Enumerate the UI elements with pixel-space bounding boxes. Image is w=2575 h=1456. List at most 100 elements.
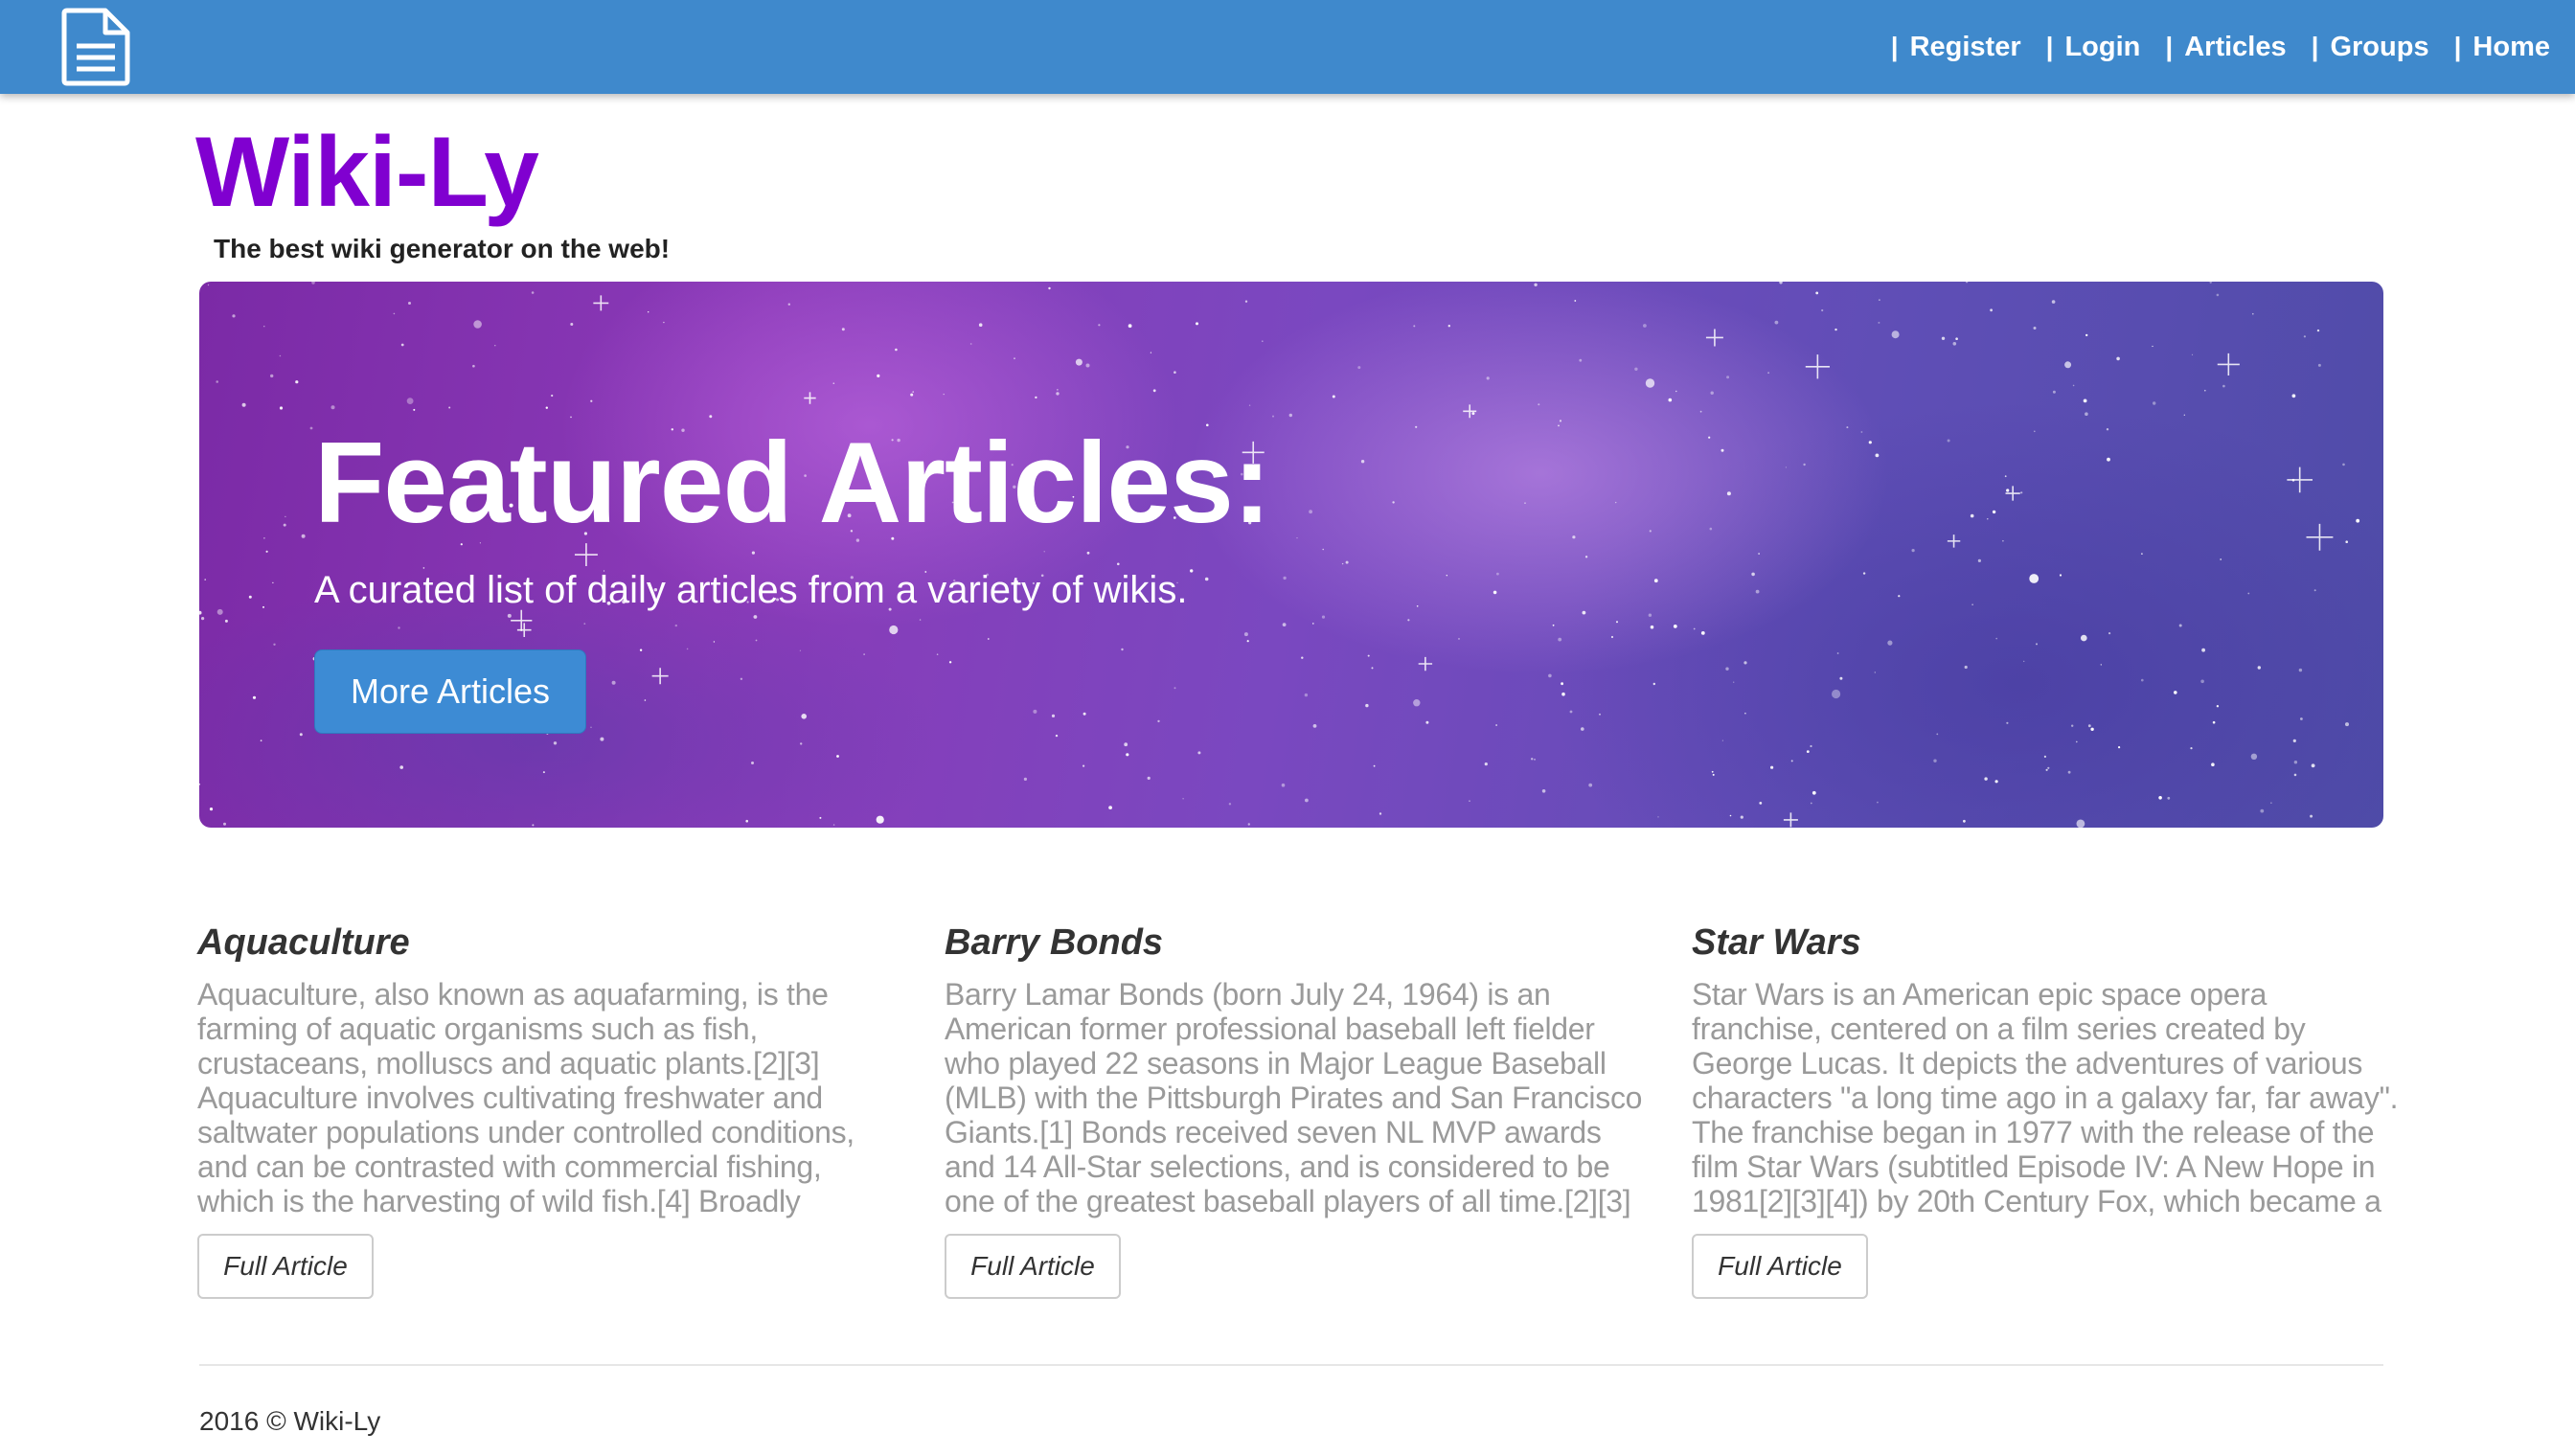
star (1992, 510, 1996, 514)
star (1579, 358, 1583, 362)
star (713, 641, 716, 643)
star (832, 824, 835, 826)
star (1860, 431, 1863, 433)
star (1675, 390, 1677, 393)
star (1941, 336, 1946, 340)
star (1743, 661, 1747, 665)
star (1548, 673, 1552, 678)
star (910, 393, 914, 397)
sparkle (2005, 486, 2020, 501)
star (204, 579, 206, 580)
star (1759, 802, 1763, 805)
star (674, 624, 677, 627)
star (1744, 712, 1746, 715)
star (1367, 654, 1370, 657)
sparkle (1418, 656, 1433, 671)
star (1296, 537, 1298, 539)
star (1531, 758, 1534, 761)
star (263, 326, 265, 328)
star (801, 714, 807, 719)
featured-hero: Featured Articles: A curated list of dai… (199, 282, 2383, 828)
star (1126, 753, 1129, 757)
star (1936, 733, 1939, 736)
star (311, 282, 315, 284)
more-articles-button[interactable]: More Articles (314, 649, 586, 734)
star (1615, 501, 1617, 504)
galaxy-background (199, 282, 2383, 828)
star (1767, 372, 1769, 375)
star (2076, 740, 2078, 743)
star (1561, 682, 1563, 686)
sparkle (516, 623, 532, 638)
star (2293, 761, 2298, 764)
star (1458, 638, 1460, 640)
star (1023, 777, 1027, 782)
star (876, 815, 884, 824)
star (507, 613, 512, 618)
star (2220, 558, 2222, 560)
star (2216, 705, 2220, 708)
star (399, 765, 403, 769)
nav-link-login[interactable]: Login (2064, 32, 2140, 63)
star (1911, 549, 1915, 553)
article-title: Star Wars (1692, 922, 1861, 963)
star (1947, 439, 1950, 443)
star (2257, 666, 2261, 670)
star (1725, 667, 1729, 671)
article-card: Star Wars Star Wars is an American epic … (1692, 918, 2401, 1299)
star (1964, 665, 1968, 670)
star (1668, 398, 1673, 402)
star (1770, 765, 1774, 769)
full-article-button[interactable]: Full Article (945, 1234, 1121, 1299)
star (1392, 501, 1395, 504)
document-icon[interactable] (61, 8, 130, 86)
star (1616, 621, 1618, 624)
star (1648, 613, 1652, 617)
star (1887, 640, 1893, 646)
star (1720, 448, 1724, 452)
star (1341, 562, 1344, 565)
star (279, 354, 282, 357)
star (207, 284, 210, 286)
nav-link-articles[interactable]: Articles (2184, 32, 2286, 63)
nav-link-groups[interactable]: Groups (2330, 32, 2428, 63)
star (1891, 330, 1900, 339)
star (639, 648, 643, 651)
star (2083, 398, 2087, 403)
star (755, 639, 758, 642)
star (895, 348, 898, 352)
star (1082, 712, 1086, 716)
sparkle (804, 392, 816, 404)
star (263, 537, 265, 539)
star (1832, 689, 1841, 699)
star (1493, 590, 1497, 595)
nav-link-home[interactable]: Home (2472, 32, 2550, 63)
article-excerpt: Barry Lamar Bonds (born July 24, 1964) i… (945, 977, 1643, 1218)
star (2090, 727, 2094, 731)
star (2034, 430, 2036, 433)
star (1262, 340, 1264, 342)
star (1785, 466, 1787, 468)
full-article-button[interactable]: Full Article (1692, 1234, 1868, 1299)
star (330, 405, 335, 410)
star (1990, 308, 1993, 312)
star (583, 623, 586, 625)
star (1878, 321, 1880, 324)
star (199, 610, 202, 615)
star (1128, 324, 1132, 329)
star (408, 302, 411, 305)
star (2200, 679, 2204, 684)
star (2100, 664, 2102, 666)
sparkle (2306, 523, 2334, 551)
star (1700, 631, 1705, 635)
star (2047, 766, 2050, 769)
full-article-button[interactable]: Full Article (197, 1234, 374, 1299)
nav-link-register[interactable]: Register (1910, 32, 2021, 63)
star (2247, 592, 2250, 595)
star (1815, 291, 1819, 295)
star (2006, 721, 2009, 724)
star (1643, 324, 1647, 328)
star (1877, 801, 1879, 804)
star (2141, 553, 2143, 555)
site-title: Wiki-Ly (195, 117, 539, 228)
